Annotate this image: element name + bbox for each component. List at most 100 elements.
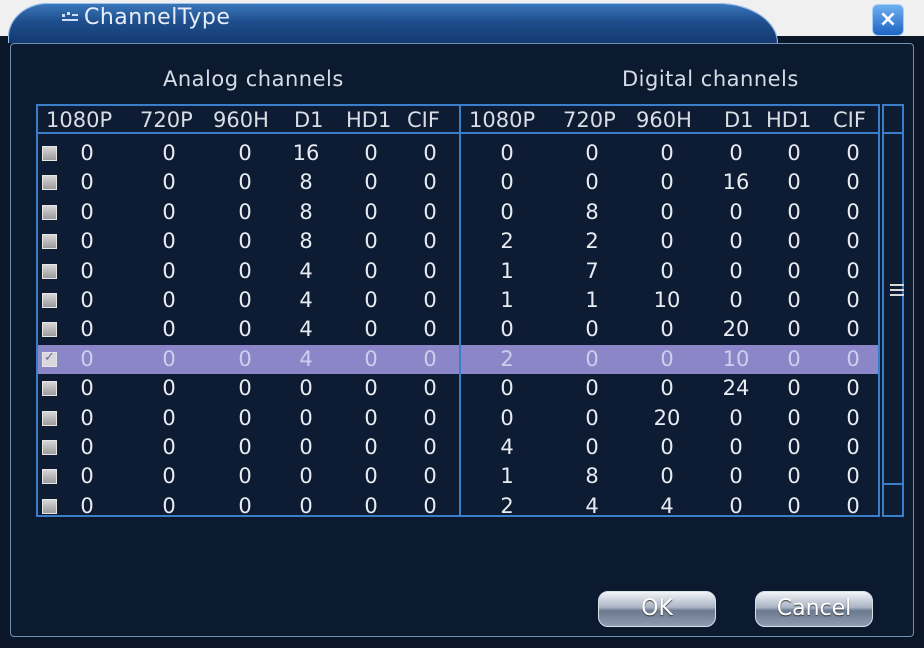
digital-cell: 2 xyxy=(585,229,599,253)
column-header-digital: CIF xyxy=(833,108,866,132)
row-checkbox[interactable] xyxy=(42,205,57,220)
digital-cell: 0 xyxy=(846,259,860,283)
digital-cell: 0 xyxy=(729,435,743,459)
digital-cell: 0 xyxy=(729,259,743,283)
table-row[interactable]: 0 0 0 0 0 0 1 8 0 0 0 0 xyxy=(38,462,878,491)
row-checkbox[interactable] xyxy=(42,322,57,337)
row-checkbox[interactable] xyxy=(42,469,57,484)
analog-cell: 0 xyxy=(364,170,378,194)
row-checkbox[interactable] xyxy=(42,499,57,514)
table-row[interactable]: 0 0 0 8 0 0 0 8 0 0 0 0 xyxy=(38,198,878,227)
table-row[interactable]: 0 0 0 0 0 0 0 0 20 0 0 0 xyxy=(38,404,878,433)
table-row[interactable]: 0 0 0 4 0 0 0 0 0 20 0 0 xyxy=(38,315,878,344)
scroll-up-area[interactable] xyxy=(884,106,902,134)
analog-cell: 4 xyxy=(299,347,313,371)
analog-cell: 0 xyxy=(162,288,176,312)
close-button[interactable]: × xyxy=(872,4,904,36)
row-checkbox[interactable] xyxy=(42,234,57,249)
analog-cell: 0 xyxy=(423,494,437,515)
digital-cell: 0 xyxy=(787,200,801,224)
analog-cell: 0 xyxy=(364,229,378,253)
digital-cell: 4 xyxy=(500,435,514,459)
row-checkbox[interactable] xyxy=(42,175,57,190)
analog-cell: 0 xyxy=(238,170,252,194)
digital-cell: 1 xyxy=(500,259,514,283)
digital-cell: 8 xyxy=(585,464,599,488)
digital-cell: 10 xyxy=(653,288,681,312)
column-header-analog: 720P xyxy=(140,108,193,132)
dialog-title: ChannelType xyxy=(84,5,231,30)
analog-cell: 0 xyxy=(423,347,437,371)
digital-cell: 1 xyxy=(500,288,514,312)
digital-cell: 0 xyxy=(729,464,743,488)
analog-cell: 0 xyxy=(364,494,378,515)
table-row[interactable]: 0 0 0 0 0 0 4 0 0 0 0 0 xyxy=(38,433,878,462)
digital-cell: 0 xyxy=(660,317,674,341)
digital-cell: 0 xyxy=(787,435,801,459)
analog-cell: 0 xyxy=(162,170,176,194)
table-row[interactable]: 0 0 0 4 0 0 1 1 10 0 0 0 xyxy=(38,286,878,315)
cancel-button[interactable]: Cancel xyxy=(755,591,873,627)
analog-cell: 0 xyxy=(162,347,176,371)
row-checkbox[interactable] xyxy=(42,264,57,279)
analog-cell: 0 xyxy=(299,464,313,488)
digital-cell: 0 xyxy=(660,170,674,194)
digital-cell: 8 xyxy=(585,200,599,224)
table-row[interactable]: 0 0 0 8 0 0 0 0 0 16 0 0 xyxy=(38,168,878,197)
row-checkbox[interactable] xyxy=(42,146,57,161)
row-checkbox[interactable] xyxy=(42,411,57,426)
digital-cell: 0 xyxy=(787,170,801,194)
analog-cell: 0 xyxy=(423,259,437,283)
analog-cell: 0 xyxy=(80,229,94,253)
table-row[interactable]: 0 0 0 0 0 0 2 4 4 0 0 0 xyxy=(38,492,878,515)
table-row[interactable]: 0 0 0 8 0 0 2 2 0 0 0 0 xyxy=(38,227,878,256)
row-checkbox[interactable] xyxy=(42,381,57,396)
analog-cell: 0 xyxy=(364,317,378,341)
row-checkbox[interactable] xyxy=(42,350,57,367)
digital-cell: 24 xyxy=(722,376,750,400)
scroll-down-area[interactable] xyxy=(884,483,902,515)
digital-cell: 0 xyxy=(846,347,860,371)
analog-cell: 0 xyxy=(162,141,176,165)
table-row[interactable]: 0 0 0 16 0 0 0 0 0 0 0 0 xyxy=(38,139,878,168)
analog-cell: 0 xyxy=(80,347,94,371)
scrollbar[interactable] xyxy=(882,104,904,517)
digital-cell: 0 xyxy=(729,200,743,224)
table-row[interactable]: 0 0 0 4 0 0 1 7 0 0 0 0 xyxy=(38,257,878,286)
column-header-digital: HD1 xyxy=(766,108,812,132)
analog-cell: 0 xyxy=(80,259,94,283)
analog-cell: 0 xyxy=(423,435,437,459)
digital-cell: 0 xyxy=(846,317,860,341)
column-header-digital: D1 xyxy=(724,108,754,132)
digital-cell: 10 xyxy=(722,347,750,371)
digital-cell: 0 xyxy=(729,288,743,312)
table-row[interactable]: 0 0 0 0 0 0 0 0 0 24 0 0 xyxy=(38,374,878,403)
column-header-analog: CIF xyxy=(407,108,440,132)
analog-cell: 0 xyxy=(238,376,252,400)
digital-cell: 0 xyxy=(585,406,599,430)
row-checkbox[interactable] xyxy=(42,293,57,308)
digital-cell: 0 xyxy=(846,464,860,488)
digital-cell: 0 xyxy=(500,317,514,341)
analog-channels-label: Analog channels xyxy=(163,67,344,91)
table-row[interactable]: 0 0 0 4 0 0 2 0 0 10 0 0 xyxy=(38,345,878,374)
analog-cell: 0 xyxy=(364,347,378,371)
analog-cell: 0 xyxy=(80,376,94,400)
column-header-analog: HD1 xyxy=(346,108,392,132)
digital-cell: 0 xyxy=(660,259,674,283)
group-divider xyxy=(459,104,461,517)
analog-cell: 0 xyxy=(364,288,378,312)
scrollbar-grip-icon[interactable] xyxy=(890,284,904,296)
row-checkbox[interactable] xyxy=(42,440,57,455)
analog-cell: 0 xyxy=(238,141,252,165)
analog-cell: 0 xyxy=(364,259,378,283)
analog-cell: 0 xyxy=(162,317,176,341)
digital-cell: 0 xyxy=(585,347,599,371)
channel-icon xyxy=(62,12,78,21)
analog-cell: 0 xyxy=(238,464,252,488)
column-header-analog: 960H xyxy=(213,108,269,132)
analog-cell: 0 xyxy=(80,494,94,515)
analog-cell: 0 xyxy=(238,347,252,371)
analog-cell: 0 xyxy=(238,494,252,515)
ok-button[interactable]: OK xyxy=(598,591,716,627)
